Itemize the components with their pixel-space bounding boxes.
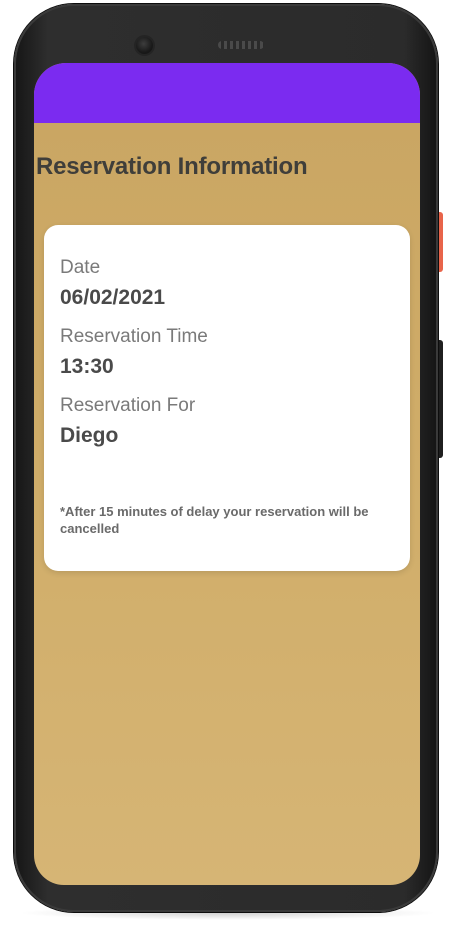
- camera-icon: [136, 37, 153, 54]
- page-title: Reservation Information: [36, 153, 308, 180]
- reservation-card: Date 06/02/2021 Reservation Time 13:30 R…: [44, 225, 410, 571]
- volume-button[interactable]: [438, 340, 443, 458]
- reservation-time-value: 13:30: [60, 355, 114, 378]
- phone-screen: Reservation Information Date 06/02/2021 …: [34, 63, 420, 885]
- date-label: Date: [60, 257, 101, 278]
- reservation-time-label: Reservation Time: [60, 326, 208, 347]
- date-value: 06/02/2021: [60, 286, 166, 309]
- speaker-grille: [218, 41, 264, 49]
- reservation-for-value: Diego: [60, 424, 119, 447]
- app-bar: [34, 63, 420, 123]
- power-button[interactable]: [438, 212, 443, 272]
- reservation-for-label: Reservation For: [60, 395, 196, 416]
- stage: Reservation Information Date 06/02/2021 …: [0, 0, 455, 938]
- cancellation-note: *After 15 minutes of delay your reservat…: [60, 504, 369, 536]
